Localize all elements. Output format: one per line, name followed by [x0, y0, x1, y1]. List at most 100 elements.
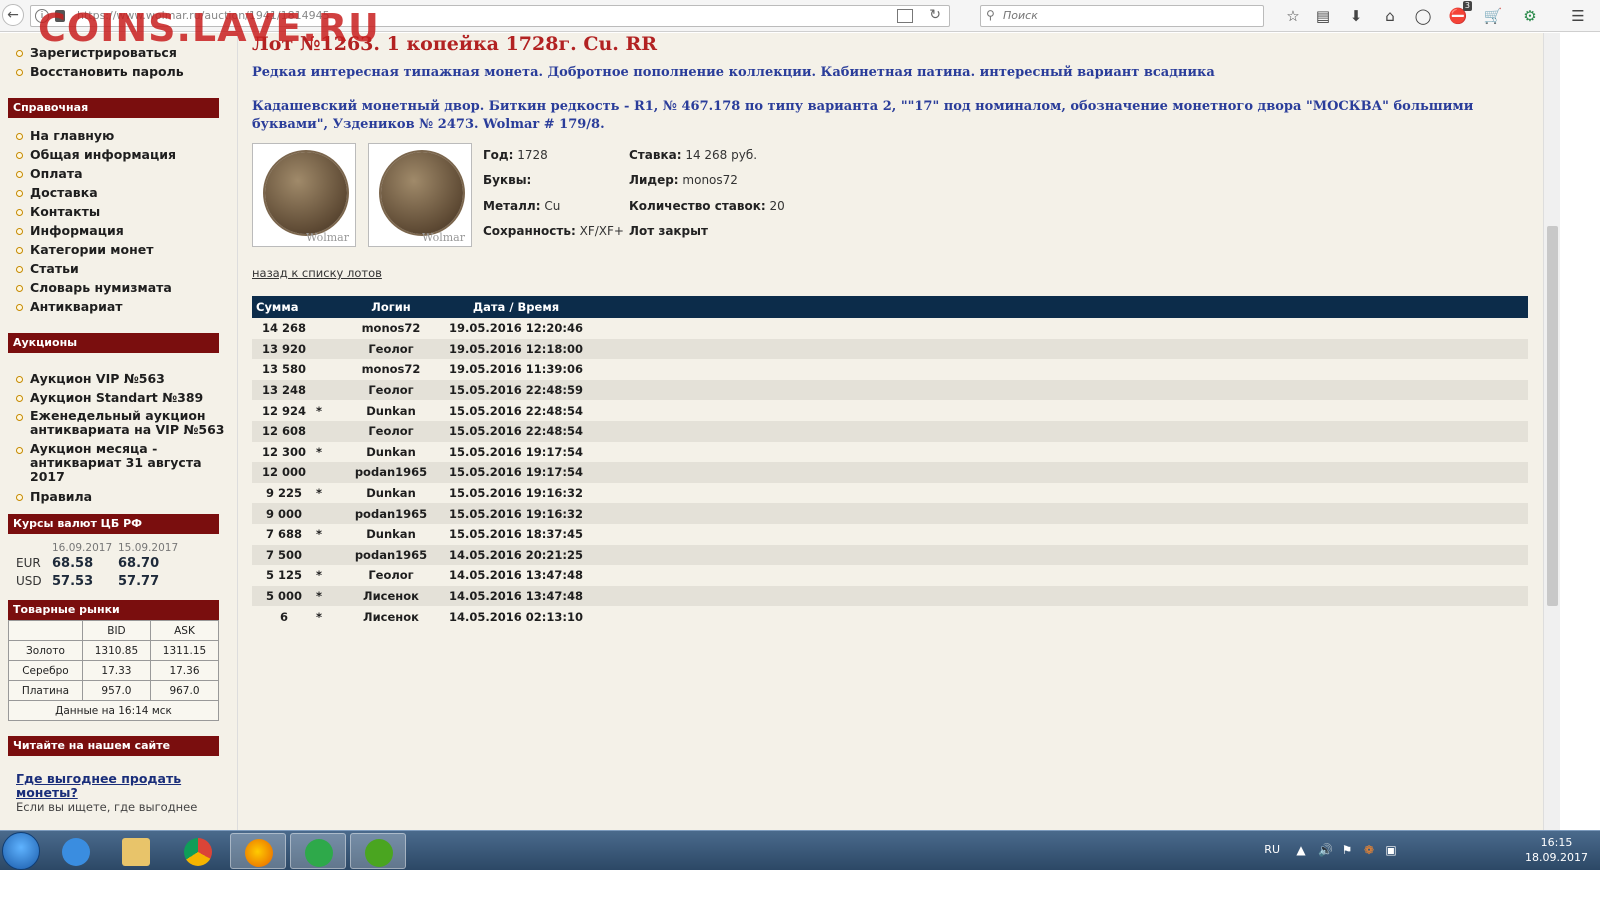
lot-year: Год: 1728 [483, 148, 548, 162]
sidebar-item-home[interactable]: На главную [14, 126, 237, 145]
bids-header-row: Сумма Логин Дата / Время [252, 296, 1528, 318]
pocket-icon[interactable]: ◯ [1413, 6, 1433, 26]
bid-sum: 13 580 [252, 359, 316, 380]
coin-obverse-thumbnail[interactable]: Wolmar [252, 143, 356, 247]
search-icon: ⚲ [986, 8, 995, 22]
bid-sum: 6 [252, 606, 316, 627]
bid-star: * [316, 606, 346, 627]
rate-value: 57.77 [118, 573, 160, 589]
network-icon[interactable]: ▣ [1384, 843, 1398, 857]
firefox-taskbar-icon[interactable] [230, 833, 286, 869]
sidebar-item-categories[interactable]: Категории монет [14, 240, 237, 259]
search-bar[interactable]: ⚲ [980, 5, 1264, 27]
bid-date: 19.05.2016 12:18:00 [436, 338, 596, 360]
sidebar-item-contacts[interactable]: Контакты [14, 202, 237, 221]
sidebar-item-payment[interactable]: Оплата [14, 164, 237, 183]
markets-empty-cell [8, 620, 83, 641]
bookmarks-list-icon[interactable]: ▤ [1313, 6, 1333, 26]
bid-date: 19.05.2016 11:39:06 [436, 359, 596, 380]
cart-icon[interactable]: 🛒 [1483, 6, 1503, 26]
bid-star: * [316, 400, 346, 421]
sell-coins-link[interactable]: Где выгоднее продать монеты? [16, 772, 237, 800]
bid-row: 7 688 * Dunkan 15.05.2016 18:37:45 [252, 523, 1528, 545]
windows-taskbar: RU ▲ 🔊 ⚑ ❁ ▣ 16:15 18.09.2017 [0, 830, 1600, 870]
auction-weekly-link[interactable]: Еженедельный аукцион антиквариата на VIP… [14, 407, 237, 440]
markets-header: Товарные рынки [8, 600, 219, 620]
bid-sum: 7 500 [252, 544, 316, 566]
volume-icon[interactable]: 🔊 [1318, 843, 1333, 857]
sidebar-item-antiques[interactable]: Антиквариат [14, 297, 237, 316]
bid-filler [596, 441, 1528, 463]
bid-star [316, 318, 346, 339]
rate-row-usd: USD 57.53 57.77 [16, 572, 237, 590]
back-to-lots-link[interactable]: назад к списку лотов [252, 266, 382, 280]
bid-star [316, 503, 346, 524]
ublock-badge: 3 [1462, 1, 1472, 11]
extension-icon[interactable]: ⚙ [1520, 6, 1540, 26]
sidebar-item-delivery[interactable]: Доставка [14, 183, 237, 202]
bid-date: 15.05.2016 22:48:59 [436, 379, 596, 401]
year-label: Год: [483, 148, 514, 162]
sidebar-item-general-info[interactable]: Общая информация [14, 145, 237, 164]
coin-reverse-thumbnail[interactable]: Wolmar [368, 143, 472, 247]
start-button-icon[interactable] [2, 832, 40, 870]
download-icon[interactable]: ⬇ [1346, 6, 1366, 26]
bid-date: 15.05.2016 22:48:54 [436, 400, 596, 421]
bid-star [316, 359, 346, 380]
ie-taskbar-icon[interactable] [48, 833, 104, 869]
bid-date: 14.05.2016 20:21:25 [436, 544, 596, 566]
messenger-taskbar-icon[interactable] [290, 833, 346, 869]
rate-currency: EUR [16, 556, 41, 570]
bid-login: monos72 [346, 318, 436, 339]
bid-filler [596, 503, 1528, 524]
markets-head-row: BID ASK [8, 620, 220, 641]
auction-vip-link[interactable]: Аукцион VIP №563 [14, 369, 237, 388]
markets-row: Платина 957.0 967.0 [8, 680, 220, 701]
rate-value: 68.58 [52, 555, 94, 571]
bid-star [316, 462, 346, 483]
rates-date-1: 16.09.2017 [52, 542, 113, 554]
bid-star: * [316, 523, 346, 545]
back-arrow-icon[interactable]: ← [2, 4, 24, 26]
language-indicator[interactable]: RU [1264, 843, 1280, 856]
home-icon[interactable]: ⌂ [1380, 6, 1400, 26]
bid-row: 12 300 * Dunkan 15.05.2016 19:17:54 [252, 441, 1528, 463]
utorrent-taskbar-icon[interactable] [350, 833, 406, 869]
bid-login: podan1965 [346, 462, 436, 483]
sidebar-item-dictionary[interactable]: Словарь нумизмата [14, 278, 237, 297]
lot-leader: Лидер: monos72 [629, 173, 738, 187]
page-scrollbar[interactable] [1543, 33, 1560, 830]
lot-metal: Металл: Cu [483, 199, 560, 213]
restore-password-link[interactable]: Восстановить пароль [14, 62, 237, 81]
auction-standart-link[interactable]: Аукцион Standart №389 [14, 388, 237, 407]
bid-login: Dunkan [346, 400, 436, 421]
explorer-taskbar-icon[interactable] [108, 833, 164, 869]
sidebar-item-articles[interactable]: Статьи [14, 259, 237, 278]
bid-date: 15.05.2016 22:48:54 [436, 420, 596, 442]
reload-icon[interactable]: ↻ [929, 7, 941, 23]
bid-login: Dunkan [346, 523, 436, 545]
chrome-taskbar-icon[interactable] [170, 833, 226, 869]
bookmark-star-icon[interactable]: ☆ [1283, 6, 1303, 26]
auction-month-link[interactable]: Аукцион месяца - антиквариат 31 августа … [14, 440, 237, 487]
bid-filler [596, 400, 1528, 421]
search-input[interactable] [1003, 9, 1253, 22]
reader-view-icon[interactable] [897, 9, 913, 23]
auction-rules-link[interactable]: Правила [14, 487, 237, 506]
ublock-icon[interactable]: ⛔ 3 [1448, 1, 1472, 26]
system-clock[interactable]: 16:15 18.09.2017 [1525, 835, 1588, 865]
sidebar-item-info[interactable]: Информация [14, 221, 237, 240]
year-value: 1728 [517, 148, 548, 162]
bid-date: 15.05.2016 18:37:45 [436, 523, 596, 545]
coin-reverse-image [381, 152, 463, 234]
coin-watermark: Wolmar [422, 231, 465, 244]
menu-icon[interactable]: ☰ [1568, 6, 1588, 26]
folder-icon [122, 838, 150, 866]
bid-sum: 9 225 [252, 482, 316, 504]
bid-star [316, 379, 346, 401]
action-center-flag-icon[interactable]: ⚑ [1340, 843, 1354, 857]
tray-app-icon[interactable]: ❁ [1362, 843, 1376, 857]
scrollbar-thumb[interactable] [1547, 226, 1558, 606]
bid-filler [596, 482, 1528, 504]
tray-expand-icon[interactable]: ▲ [1294, 843, 1308, 857]
